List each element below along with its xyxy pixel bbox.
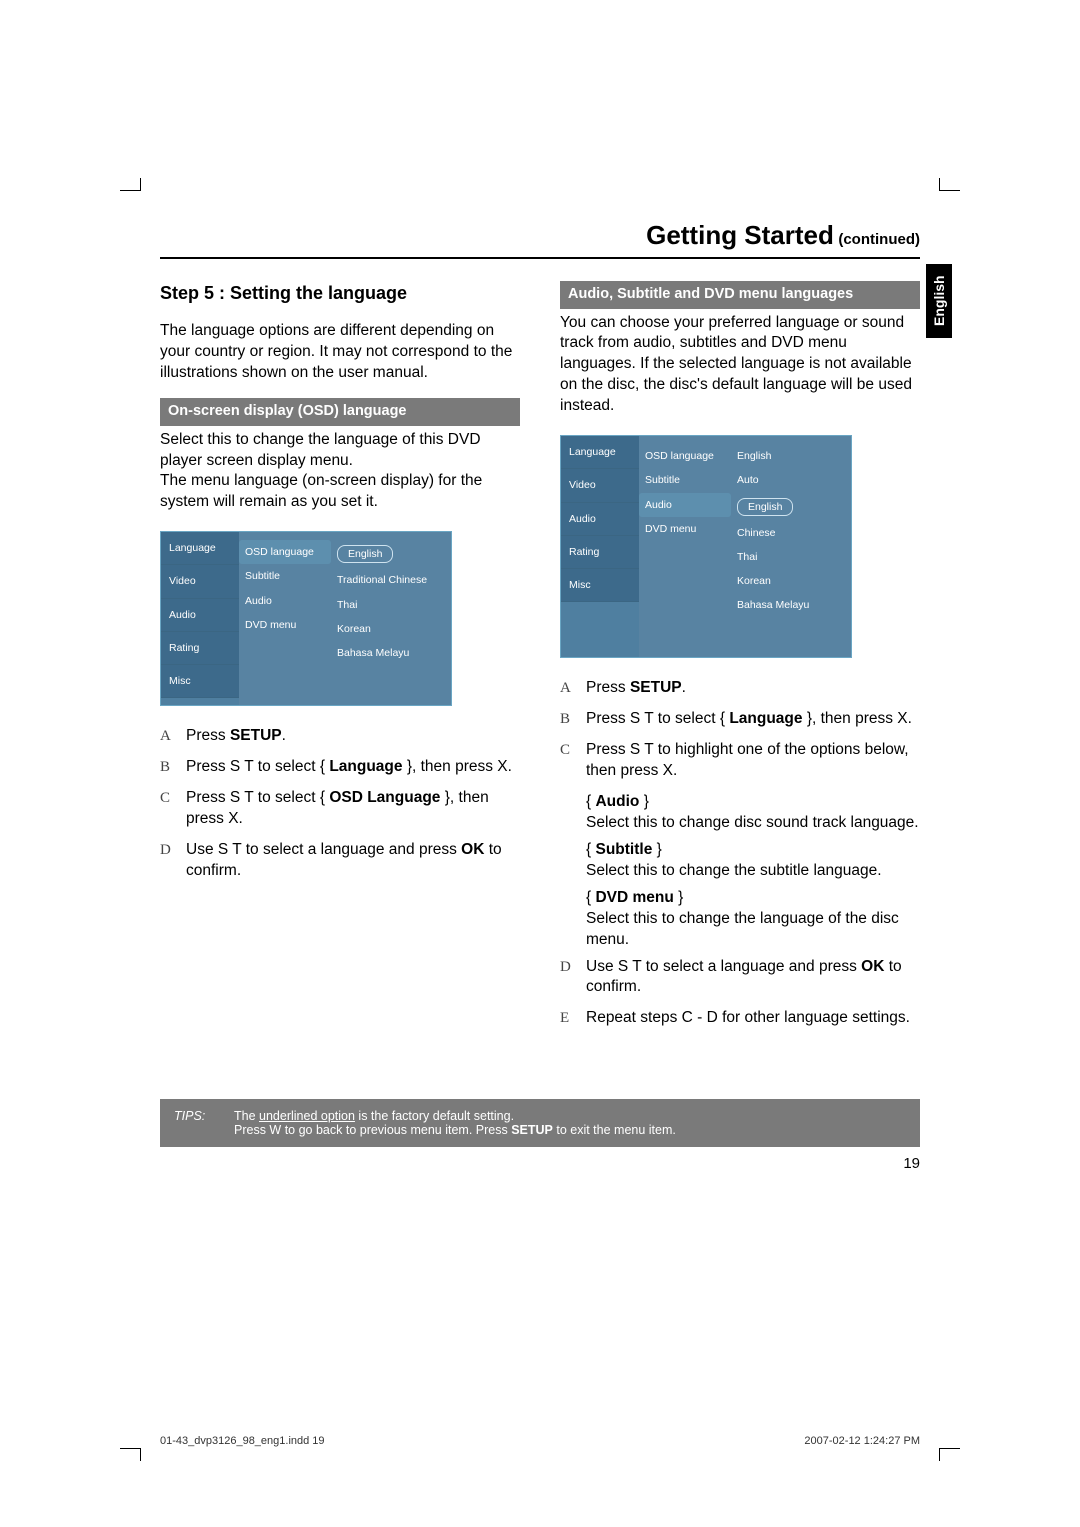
osd-mid-item: OSD language [239, 540, 331, 564]
option-list: { Audio }Select this to change disc soun… [586, 792, 920, 950]
step-letter: C [160, 788, 176, 830]
step-text: Press S T to select { Language }, then p… [586, 709, 920, 730]
step-item: DUse S T to select a language and press … [560, 957, 920, 999]
option-item: { Subtitle }Select this to change the su… [586, 840, 920, 882]
step-letter: A [160, 726, 176, 747]
osd-right-item: English [731, 493, 851, 521]
step-letter: E [560, 1008, 576, 1029]
intro-text: The language options are different depen… [160, 321, 520, 384]
osd-mid-item: OSD language [639, 444, 731, 468]
osd-tab: Video [161, 565, 239, 598]
step-item: DUse S T to select a language and press … [160, 840, 520, 882]
osd-tab: Rating [561, 536, 639, 569]
crop-mark [120, 178, 141, 191]
tips-box: TIPS: The underlined option is the facto… [160, 1099, 920, 1147]
osd-tab: Video [561, 469, 639, 502]
osd-right-item: Korean [331, 617, 451, 641]
crop-mark [120, 1448, 141, 1461]
right-intro: You can choose your preferred language o… [560, 313, 920, 418]
footer-right: 2007-02-12 1:24:27 PM [804, 1435, 920, 1447]
page-number: 19 [160, 1155, 920, 1172]
title-main: Getting Started [646, 220, 834, 250]
step-item: B Press S T to select { Language }, then … [160, 757, 520, 778]
tips-body: The underlined option is the factory def… [234, 1109, 676, 1137]
osd-screenshot-1: LanguageVideoAudioRatingMisc OSD languag… [160, 531, 452, 706]
step-item: A Press SETUP. [160, 726, 520, 747]
osd-mid-col: OSD languageSubtitleAudioDVD menu [239, 540, 331, 665]
osd-right-item: English [731, 444, 851, 468]
step-text: Press S T to highlight one of the option… [586, 740, 920, 782]
osd-tab: Audio [561, 503, 639, 536]
title-continued: (continued) [838, 231, 920, 248]
osd-desc: Select this to change the language of th… [160, 430, 520, 514]
step-text: Use S T to select a language and press O… [186, 840, 520, 882]
option-item: { DVD menu }Select this to change the la… [586, 888, 920, 951]
osd-right-item: Bahasa Melayu [331, 641, 451, 665]
left-steps: A Press SETUP. B Press S T to select { Lang… [160, 726, 520, 882]
step-text: Press SETUP. [586, 678, 920, 699]
step-letter: D [560, 957, 576, 999]
left-column: Step 5 : Setting the language The langua… [160, 281, 520, 1039]
osd-right-item: Thai [331, 593, 451, 617]
step-item: CPress S T to highlight one of the optio… [560, 740, 920, 782]
osd-mid-item: Subtitle [239, 564, 331, 588]
step-text: Use S T to select a language and press O… [586, 957, 920, 999]
step-item: A Press SETUP. [560, 678, 920, 699]
osd-right-col: EnglishTraditional ChineseThaiKoreanBaha… [331, 540, 451, 665]
osd-tab: Misc [561, 569, 639, 602]
step-text: Press S T to select { Language }, then p… [186, 757, 520, 778]
osd-mid-item: Audio [639, 493, 731, 517]
right-column: Audio, Subtitle and DVD menu languages Y… [560, 281, 920, 1039]
step-item: CPress S T to select { OSD Language }, t… [160, 788, 520, 830]
language-tab: English [926, 264, 952, 338]
osd-right-item: Chinese [731, 521, 851, 545]
osd-tab: Language [561, 436, 639, 469]
step-item: E Repeat steps C - D for other language s… [560, 1008, 920, 1029]
osd-mid-col: OSD languageSubtitleAudioDVD menu [639, 444, 731, 617]
crop-mark [939, 178, 960, 191]
step-text: Press SETUP. [186, 726, 520, 747]
section-bar-audio: Audio, Subtitle and DVD menu languages [560, 281, 920, 309]
osd-right-item: Thai [731, 545, 851, 569]
osd-mid-item: Subtitle [639, 468, 731, 492]
osd-right-item: Traditional Chinese [331, 568, 451, 592]
osd-tab: Rating [161, 632, 239, 665]
option-item: { Audio }Select this to change disc soun… [586, 792, 920, 834]
content-columns: Step 5 : Setting the language The langua… [160, 281, 920, 1039]
page-title: Getting Started (continued) [160, 220, 920, 259]
osd-sidebar: LanguageVideoAudioRatingMisc [561, 436, 639, 657]
osd-right-item: English [331, 540, 451, 568]
osd-tab: Audio [161, 599, 239, 632]
footer: 01-43_dvp3126_98_eng1.indd 19 2007-02-12… [160, 1435, 920, 1447]
step-item: B Press S T to select { Language }, then … [560, 709, 920, 730]
osd-right-item: Auto [731, 468, 851, 492]
step-letter: B [560, 709, 576, 730]
osd-mid-item: Audio [239, 589, 331, 613]
osd-right-item: Korean [731, 569, 851, 593]
footer-left: 01-43_dvp3126_98_eng1.indd 19 [160, 1435, 325, 1447]
tips-label: TIPS: [174, 1109, 214, 1137]
right-steps-top: A Press SETUP. B Press S T to select { Lang… [560, 678, 920, 782]
step-letter: D [160, 840, 176, 882]
osd-screenshot-2: LanguageVideoAudioRatingMisc OSD languag… [560, 435, 852, 658]
step-heading: Step 5 : Setting the language [160, 281, 520, 305]
osd-mid-item: DVD menu [639, 517, 731, 541]
manual-page: Getting Started (continued) English Step… [0, 0, 1080, 1527]
osd-sidebar: LanguageVideoAudioRatingMisc [161, 532, 239, 705]
step-letter: B [160, 757, 176, 778]
step-letter: C [560, 740, 576, 782]
section-bar-osd: On-screen display (OSD) language [160, 398, 520, 426]
step-letter: A [560, 678, 576, 699]
osd-mid-item: DVD menu [239, 613, 331, 637]
step-text: Repeat steps C - D for other language se… [586, 1008, 920, 1029]
step-text: Press S T to select { OSD Language }, th… [186, 788, 520, 830]
crop-mark [939, 1448, 960, 1461]
osd-right-col: EnglishAutoEnglishChineseThaiKoreanBahas… [731, 444, 851, 617]
osd-tab: Language [161, 532, 239, 565]
right-steps-bottom: DUse S T to select a language and press … [560, 957, 920, 1030]
osd-right-item: Bahasa Melayu [731, 593, 851, 617]
osd-tab: Misc [161, 665, 239, 698]
